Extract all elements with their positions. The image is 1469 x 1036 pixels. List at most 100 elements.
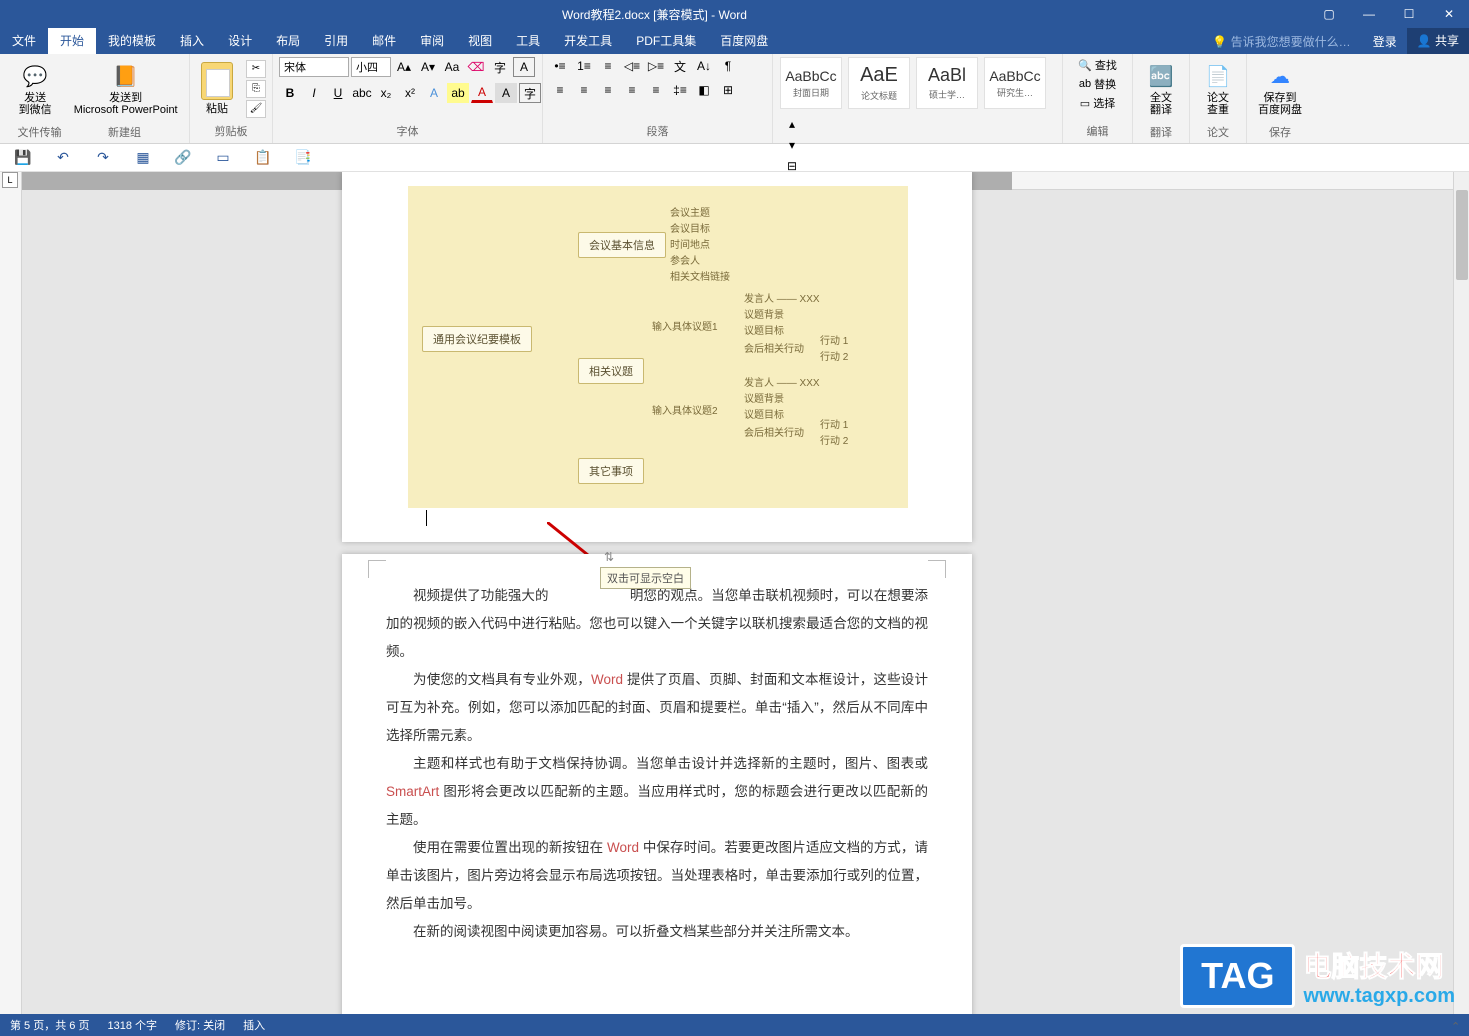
shading-button[interactable]: ◧	[693, 80, 715, 100]
tab-mytemplates[interactable]: 我的模板	[96, 28, 168, 54]
doc-p5: 在新的阅读视图中阅读更加容易。可以折叠文档某些部分并关注所需文本。	[386, 918, 928, 946]
tab-tools[interactable]: 工具	[504, 28, 552, 54]
status-page[interactable]: 第 5 页，共 6 页	[10, 1017, 89, 1033]
bold-button[interactable]: B	[279, 83, 301, 103]
window-buttons: ▢ — ☐ ✕	[1309, 0, 1469, 28]
font-name-input[interactable]	[279, 57, 349, 77]
dec-indent-button[interactable]: ◁≡	[621, 56, 643, 76]
tab-layout[interactable]: 布局	[264, 28, 312, 54]
find-button[interactable]: 🔍查找	[1074, 56, 1121, 74]
watermark-tag: TAG	[1180, 944, 1295, 1008]
justify-button[interactable]: ≡	[621, 80, 643, 100]
highlight-button[interactable]: ab	[447, 83, 469, 103]
line-spacing-button[interactable]: ‡≡	[669, 80, 691, 100]
ribbon-options-icon[interactable]: ▢	[1309, 0, 1349, 28]
char-shading-button[interactable]: A	[495, 83, 517, 103]
style-item-3[interactable]: AaBbCc研究生…	[984, 57, 1046, 109]
tab-pdf[interactable]: PDF工具集	[624, 28, 708, 54]
tab-view[interactable]: 视图	[456, 28, 504, 54]
tab-insert[interactable]: 插入	[168, 28, 216, 54]
save-baidu-button[interactable]: ☁保存到 百度网盘	[1253, 56, 1307, 122]
tab-file[interactable]: 文件	[0, 28, 48, 54]
document-area[interactable]: 通用会议纪要模板 会议基本信息 会议主题 会议目标 时间地点 参会人 相关文档链…	[22, 172, 1469, 1014]
close-button[interactable]: ✕	[1429, 0, 1469, 28]
shrink-font-button[interactable]: A▾	[417, 57, 439, 77]
status-track[interactable]: 修订: 关闭	[175, 1017, 225, 1033]
qat-btn-8[interactable]: 📑	[292, 147, 314, 169]
share-button[interactable]: 👤 共享	[1407, 28, 1469, 54]
italic-button[interactable]: I	[303, 83, 325, 103]
group-styles: AaBbCc封面日期 AaE论文标题 AaBl硕士学… AaBbCc研究生… ▴…	[773, 54, 1063, 143]
redo-button[interactable]: ↷	[92, 147, 114, 169]
paper-check-button[interactable]: 📄论文 查重	[1196, 56, 1240, 122]
save-button[interactable]: 💾	[12, 147, 34, 169]
multilevel-button[interactable]: ≡	[597, 56, 619, 76]
text-effects-button[interactable]: A	[423, 83, 445, 103]
status-insert[interactable]: 插入	[243, 1017, 265, 1033]
superscript-button[interactable]: x²	[399, 83, 421, 103]
qat-btn-7[interactable]: 📋	[252, 147, 274, 169]
clear-format-button[interactable]: ⌫	[465, 57, 487, 77]
subscript-button[interactable]: x₂	[375, 83, 397, 103]
send-ppt-button[interactable]: 📙 发送到 Microsoft PowerPoint	[68, 56, 183, 122]
select-button[interactable]: ▭选择	[1076, 94, 1119, 112]
translate-button[interactable]: 🔤全文 翻译	[1139, 56, 1183, 122]
styles-down-button[interactable]: ▾	[781, 135, 803, 155]
format-painter-button[interactable]: 🖌	[246, 100, 266, 118]
tab-review[interactable]: 审阅	[408, 28, 456, 54]
underline-button[interactable]: U	[327, 83, 349, 103]
distribute-button[interactable]: ≡	[645, 80, 667, 100]
tab-design[interactable]: 设计	[216, 28, 264, 54]
tell-me-input[interactable]: 💡 告诉我您想要做什么…	[1200, 33, 1362, 50]
align-right-button[interactable]: ≡	[597, 80, 619, 100]
inc-indent-button[interactable]: ▷≡	[645, 56, 667, 76]
text-direction-button[interactable]: 文	[669, 56, 691, 76]
borders-button[interactable]: ⊞	[717, 80, 739, 100]
enclose-button[interactable]: A	[513, 57, 535, 77]
vertical-ruler[interactable]: L	[0, 172, 22, 1014]
styles-up-button[interactable]: ▴	[781, 114, 803, 134]
undo-button[interactable]: ↶	[52, 147, 74, 169]
status-words[interactable]: 1318 个字	[107, 1017, 157, 1033]
numbering-button[interactable]: 1≡	[573, 56, 595, 76]
tab-baidu[interactable]: 百度网盘	[708, 28, 780, 54]
collapse-ribbon-button[interactable]: ⌃	[1451, 1020, 1465, 1034]
style-item-2[interactable]: AaBl硕士学…	[916, 57, 978, 109]
scrollbar-thumb[interactable]	[1456, 190, 1468, 280]
group-filetransfer: 💬 发送 到微信 📙 发送到 Microsoft PowerPoint 文件传输…	[0, 54, 190, 143]
tab-devtools[interactable]: 开发工具	[552, 28, 624, 54]
vertical-scrollbar[interactable]	[1453, 172, 1469, 1014]
page-gap-icon[interactable]: ⇅	[604, 550, 614, 564]
bullets-button[interactable]: •≡	[549, 56, 571, 76]
qat-btn-6[interactable]: ▭	[212, 147, 234, 169]
align-left-button[interactable]: ≡	[549, 80, 571, 100]
show-marks-button[interactable]: ¶	[717, 56, 739, 76]
send-wechat-button[interactable]: 💬 发送 到微信	[6, 56, 64, 122]
cut-button[interactable]: ✂	[246, 60, 266, 78]
qat-btn-5[interactable]: 🔗	[172, 147, 194, 169]
login-button[interactable]: 登录	[1363, 33, 1407, 50]
tab-mail[interactable]: 邮件	[360, 28, 408, 54]
font-size-input[interactable]	[351, 57, 391, 77]
tab-selector[interactable]: L	[2, 172, 18, 188]
minimize-button[interactable]: —	[1349, 0, 1389, 28]
sort-button[interactable]: A↓	[693, 56, 715, 76]
style-item-0[interactable]: AaBbCc封面日期	[780, 57, 842, 109]
align-center-button[interactable]: ≡	[573, 80, 595, 100]
tab-references[interactable]: 引用	[312, 28, 360, 54]
change-case-button[interactable]: Aa	[441, 57, 463, 77]
group-translate: 🔤全文 翻译 翻译	[1133, 54, 1190, 143]
paste-button[interactable]: 粘贴	[196, 62, 238, 116]
qat-btn-4[interactable]: ▦	[132, 147, 154, 169]
replace-button[interactable]: ab替换	[1075, 75, 1120, 93]
font-color-button[interactable]: A	[471, 83, 493, 103]
style-item-1[interactable]: AaE论文标题	[848, 57, 910, 109]
phonetic-button[interactable]: 字	[489, 57, 511, 77]
maximize-button[interactable]: ☐	[1389, 0, 1429, 28]
strike-button[interactable]: abc	[351, 83, 373, 103]
group-label-clipboard: 剪贴板	[196, 121, 266, 141]
char-border-button[interactable]: 字	[519, 83, 541, 103]
grow-font-button[interactable]: A▴	[393, 57, 415, 77]
copy-button[interactable]: ⎘	[246, 80, 266, 98]
tab-home[interactable]: 开始	[48, 28, 96, 54]
